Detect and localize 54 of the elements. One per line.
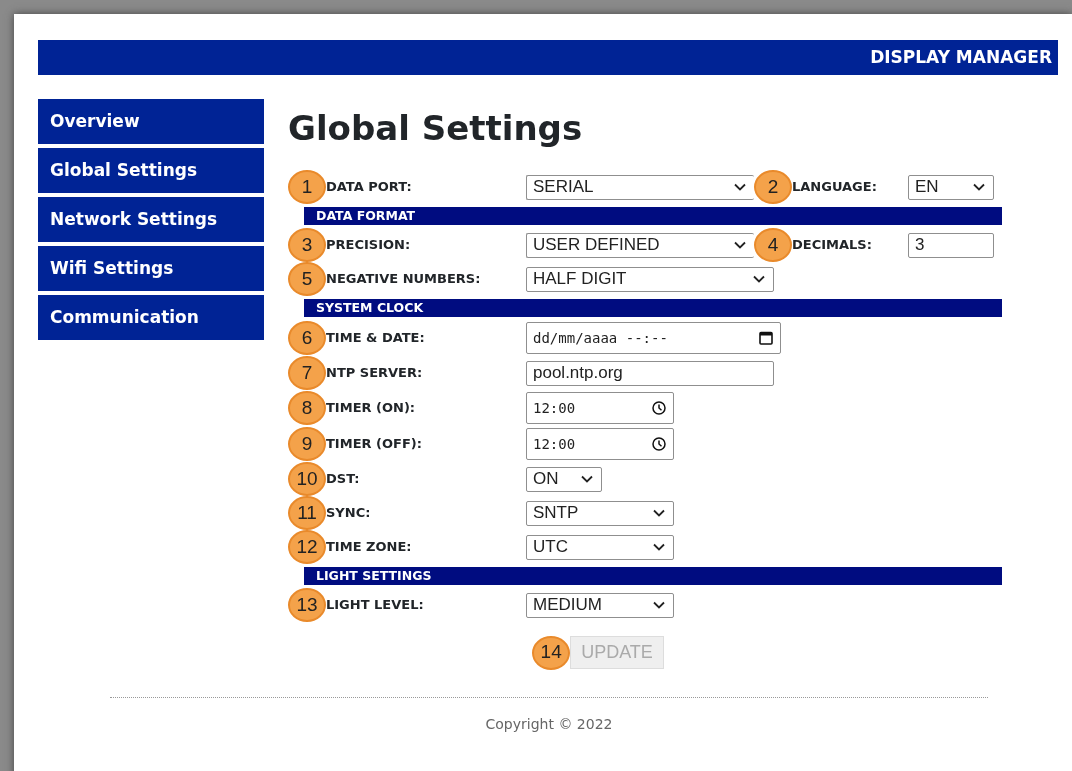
field-label: LIGHT LEVEL:: [326, 596, 425, 615]
callout-number: 12: [288, 530, 326, 564]
clock-icon: [651, 436, 667, 452]
section-header: LIGHT SETTINGS: [304, 567, 1002, 585]
dropdown-field[interactable]: SERIAL: [526, 174, 754, 200]
field-label: NTP SERVER:: [326, 364, 424, 383]
callout-number: 8: [288, 391, 326, 425]
input-field[interactable]: pool.ntp.org: [526, 360, 774, 386]
callout-number: 2: [754, 170, 792, 204]
field-label: DATA PORT:: [326, 178, 413, 197]
dropdown-field[interactable]: ON: [526, 466, 602, 492]
field-label: TIME & DATE:: [326, 329, 426, 348]
page-title: Global Settings: [288, 107, 584, 150]
calendar-icon: [758, 330, 774, 346]
sidebar-item[interactable]: Network Settings: [38, 197, 264, 242]
field-label: NEGATIVE NUMBERS:: [326, 270, 482, 289]
dropdown-field[interactable]: MEDIUM: [526, 592, 674, 618]
section-header: SYSTEM CLOCK: [304, 299, 1002, 317]
field-label: DST:: [326, 470, 361, 489]
dropdown-field[interactable]: UTC: [526, 534, 674, 560]
field-label: TIMER (OFF):: [326, 435, 423, 454]
callout-number: 14: [532, 635, 571, 670]
field-label: PRECISION:: [326, 236, 412, 255]
field-label: DECIMALS:: [792, 236, 873, 255]
time-field[interactable]: 12:00: [526, 428, 674, 460]
callout-number: 11: [288, 496, 326, 530]
dropdown-field[interactable]: HALF DIGIT: [526, 266, 774, 292]
callout-number: 3: [288, 228, 326, 262]
copyright-text: Copyright © 2022: [485, 716, 613, 732]
callout-number: 13: [288, 588, 326, 622]
callout-number: 7: [288, 356, 326, 390]
field-label: TIMER (ON):: [326, 399, 417, 418]
dropdown-field[interactable]: EN: [908, 174, 994, 200]
field-label: SYNC:: [326, 504, 372, 523]
callout-number: 4: [754, 228, 792, 262]
dropdown-field[interactable]: USER DEFINED: [526, 232, 754, 258]
field-label: TIME ZONE:: [326, 538, 413, 557]
time-field[interactable]: 12:00: [526, 392, 674, 424]
header-bar: DISPLAY MANAGER: [38, 40, 1058, 75]
section-header: DATA FORMAT: [304, 207, 1002, 225]
callout-number: 1: [288, 170, 326, 204]
callout-number: 6: [288, 321, 326, 355]
callout-number: 5: [288, 262, 326, 296]
clock-icon: [651, 400, 667, 416]
callout-number: 9: [288, 427, 326, 461]
sidebar-item[interactable]: Global Settings: [38, 148, 264, 193]
sidebar-item[interactable]: Overview: [38, 99, 264, 144]
dropdown-field[interactable]: SNTP: [526, 500, 674, 526]
input-field[interactable]: 3: [908, 232, 994, 258]
sidebar-item[interactable]: Communication: [38, 295, 264, 340]
sidebar-item[interactable]: Wifi Settings: [38, 246, 264, 291]
datetime-field[interactable]: dd/mm/aaaa --:--: [526, 322, 781, 354]
callout-number: 10: [288, 462, 326, 496]
field-label: LANGUAGE:: [792, 178, 878, 197]
